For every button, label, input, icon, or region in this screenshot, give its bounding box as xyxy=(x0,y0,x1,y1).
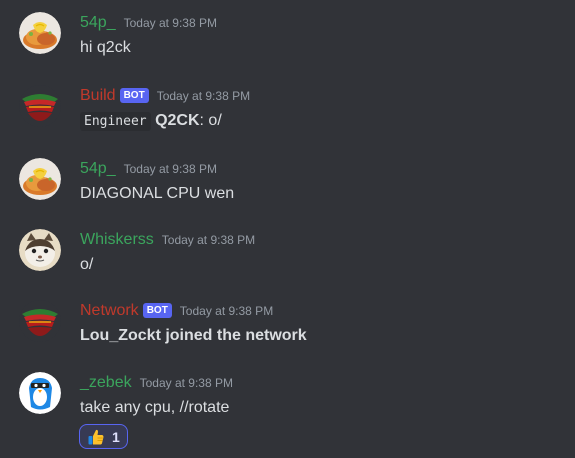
message-header: Build BOT Today at 9:38 PM xyxy=(80,85,250,107)
reaction-button[interactable]: 1 xyxy=(79,424,128,449)
reaction-count: 1 xyxy=(112,428,120,445)
bot-badge: BOT xyxy=(119,87,149,103)
message-content: DIAGONAL CPU wen xyxy=(80,185,235,202)
timestamp[interactable]: Today at 9:38 PM xyxy=(124,158,217,180)
message-content: Engineer Q2CK: o/ xyxy=(80,110,222,133)
inline-code: Engineer xyxy=(80,112,151,131)
username[interactable]: Build xyxy=(80,85,116,107)
penguin-avatar[interactable] xyxy=(19,372,61,414)
message-header: 54p_ Today at 9:38 PM xyxy=(80,158,217,180)
bot-badge: BOT xyxy=(142,302,172,318)
timestamp[interactable]: Today at 9:38 PM xyxy=(140,372,233,394)
timestamp[interactable]: Today at 9:38 PM xyxy=(180,300,273,322)
food-avatar[interactable] xyxy=(19,158,61,200)
message-content: hi q2ck xyxy=(80,39,131,56)
chat-messages: 54p_ Today at 9:38 PM hi q2ck Build BOT … xyxy=(0,0,575,458)
message-content: take any cpu, //rotate xyxy=(80,399,230,416)
bot-avatar[interactable] xyxy=(19,300,61,342)
bold-text: Q2CK xyxy=(155,112,200,129)
timestamp[interactable]: Today at 9:38 PM xyxy=(157,85,250,107)
message-content: o/ xyxy=(80,256,94,273)
thumbs-up-icon xyxy=(87,428,105,446)
message-header: Whiskerss Today at 9:38 PM xyxy=(80,229,255,251)
cat-avatar[interactable] xyxy=(19,229,61,271)
username[interactable]: 54p_ xyxy=(80,158,116,180)
timestamp[interactable]: Today at 9:38 PM xyxy=(162,229,255,251)
username[interactable]: _zebek xyxy=(80,372,132,394)
username[interactable]: 54p_ xyxy=(80,12,116,34)
food-avatar[interactable] xyxy=(19,12,61,54)
timestamp[interactable]: Today at 9:38 PM xyxy=(124,12,217,34)
username[interactable]: Whiskerss xyxy=(80,229,154,251)
username[interactable]: Network xyxy=(80,300,139,322)
bot-avatar[interactable] xyxy=(19,85,61,127)
message-content: Lou_Zockt joined the network xyxy=(80,327,307,344)
message-header: _zebek Today at 9:38 PM xyxy=(80,372,233,394)
message-header: 54p_ Today at 9:38 PM xyxy=(80,12,217,34)
message-header: Network BOT Today at 9:38 PM xyxy=(80,300,273,322)
message-text: : o/ xyxy=(199,112,222,129)
